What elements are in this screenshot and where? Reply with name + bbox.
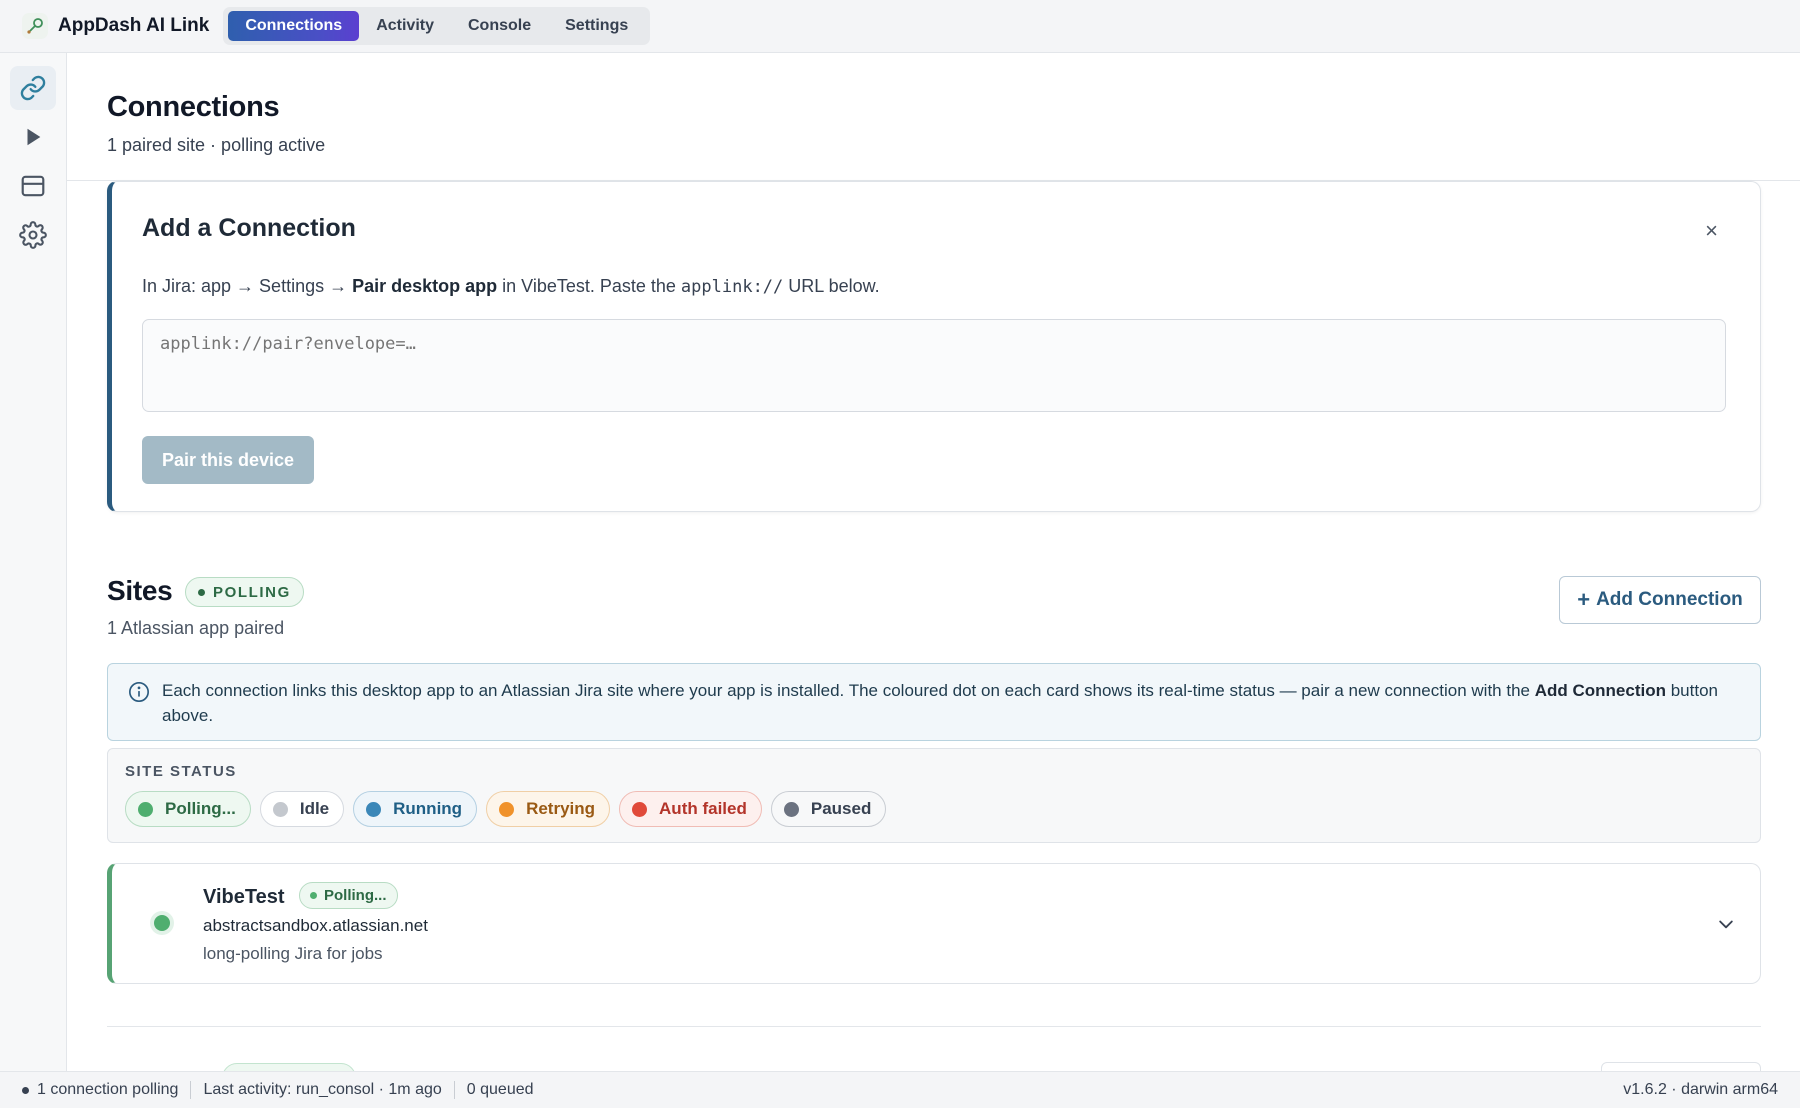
chip-label: Auth failed: [659, 799, 747, 818]
next-section-badge: [222, 1063, 356, 1071]
page-title: Connections: [107, 91, 280, 123]
close-icon[interactable]: ×: [1705, 218, 1718, 244]
top-bar: AppDash AI Link Connections Activity Con…: [0, 0, 1800, 53]
tab-activity[interactable]: Activity: [359, 11, 451, 41]
chip-label: Idle: [299, 799, 330, 818]
rail-settings-button[interactable]: [10, 213, 56, 257]
pair-device-button[interactable]: Pair this device: [142, 436, 314, 484]
site-badge-label: Polling...: [324, 887, 387, 904]
instr-code: applink://: [680, 277, 784, 297]
status-dot-icon: [783, 801, 799, 817]
page-subtitle: 1 paired site · polling active: [107, 135, 326, 155]
info-callout: Each connection links this desktop app t…: [107, 663, 1761, 741]
separator: [190, 1081, 192, 1099]
gear-icon: [19, 221, 47, 249]
tab-console[interactable]: Console: [451, 11, 548, 41]
site-description: long-polling Jira for jobs: [203, 944, 383, 963]
left-rail: [0, 53, 67, 1071]
info-icon: [129, 682, 149, 702]
info-text: Each connection links this desktop app t…: [162, 678, 1722, 728]
chevron-down-icon[interactable]: [1716, 914, 1736, 934]
polling-badge: POLLING: [185, 577, 304, 607]
sites-title: Sites: [107, 575, 173, 606]
last-activity: Last activity: run_consol · 1m ago: [203, 1081, 442, 1098]
pair-url-input[interactable]: [142, 319, 1726, 412]
site-status-dot-icon: [154, 915, 170, 931]
rail-connections-button[interactable]: [10, 66, 56, 110]
tab-connections[interactable]: Connections: [228, 11, 360, 41]
app-logo-icon: [22, 13, 48, 39]
status-dot-icon: [632, 801, 648, 817]
next-section-button[interactable]: [1601, 1062, 1761, 1071]
site-status-badge: Polling...: [299, 882, 398, 909]
instr-prefix: In Jira: app → Settings →: [142, 276, 353, 296]
status-chips: Polling... Idle Running Retrying Auth fa…: [125, 791, 895, 827]
brand: AppDash AI Link: [22, 13, 209, 39]
site-status-legend: SITE STATUS Polling... Idle Running Retr…: [107, 748, 1761, 843]
app-title: AppDash AI Link: [58, 15, 210, 36]
status-dot-icon: [22, 1086, 29, 1094]
status-chip-running[interactable]: Running: [353, 791, 478, 827]
page-header: Connections 1 paired site · polling acti…: [67, 53, 1800, 181]
info-text-prefix: Each connection links this desktop app t…: [162, 681, 1535, 700]
status-bar-left: 1 connection polling Last activity: run_…: [22, 1081, 534, 1099]
play-icon: [27, 128, 41, 146]
status-dot-icon: [310, 892, 317, 899]
status-chip-idle[interactable]: Idle: [259, 791, 345, 827]
add-connection-button[interactable]: + Add Connection: [1559, 576, 1761, 624]
version-info: v1.6.2 · darwin arm64: [1623, 1081, 1778, 1098]
site-card[interactable]: VibeTest Polling... abstractsandbox.atla…: [107, 863, 1761, 984]
status-dot-icon: [198, 588, 205, 596]
status-dot-icon: [272, 801, 288, 817]
pairing-instructions: In Jira: app → Settings → Pair desktop a…: [142, 276, 880, 297]
info-text-bold: Add Connection: [1534, 681, 1666, 700]
status-chip-retrying[interactable]: Retrying: [486, 791, 611, 827]
panel-icon: [21, 175, 45, 197]
add-connection-title: Add a Connection: [142, 214, 356, 242]
sites-subtitle: 1 Atlassian app paired: [107, 618, 285, 638]
status-dot-icon: [366, 801, 382, 817]
queued-count: 0 queued: [466, 1081, 534, 1098]
rail-activity-button[interactable]: [10, 115, 56, 159]
status-chip-polling[interactable]: Polling...: [125, 791, 251, 827]
main-tabs: Connections Activity Console Settings: [223, 7, 651, 45]
connection-polling-status: 1 connection polling: [37, 1081, 179, 1098]
status-bar: 1 connection polling Last activity: run_…: [0, 1071, 1800, 1108]
tab-settings[interactable]: Settings: [548, 11, 645, 41]
instr-mid: in VibeTest. Paste the: [497, 276, 681, 296]
link-icon: [20, 75, 46, 101]
site-host: abstractsandbox.atlassian.net: [203, 916, 428, 935]
status-chip-paused[interactable]: Paused: [770, 791, 887, 827]
plus-icon: +: [1577, 587, 1591, 612]
status-dot-icon: [138, 801, 153, 817]
rail-console-button[interactable]: [10, 164, 56, 208]
polling-badge-label: POLLING: [213, 583, 291, 601]
add-connection-card: Add a Connection × In Jira: app → Settin…: [107, 181, 1761, 512]
add-connection-label: Add Connection: [1596, 589, 1743, 610]
status-dot-icon: [499, 801, 515, 817]
site-status-label: SITE STATUS: [125, 763, 237, 780]
main-content: Connections 1 paired site · polling acti…: [67, 53, 1800, 1071]
status-chip-auth-failed[interactable]: Auth failed: [619, 791, 762, 827]
section-divider: [107, 1026, 1761, 1027]
instr-bold: Pair desktop app: [352, 276, 498, 296]
chip-label: Paused: [810, 799, 872, 818]
site-name: VibeTest: [203, 886, 285, 908]
instr-suffix: URL below.: [783, 276, 880, 296]
chip-label: Running: [393, 799, 463, 818]
chip-label: Retrying: [526, 799, 596, 818]
separator: [453, 1081, 455, 1099]
chip-label: Polling...: [165, 799, 236, 818]
